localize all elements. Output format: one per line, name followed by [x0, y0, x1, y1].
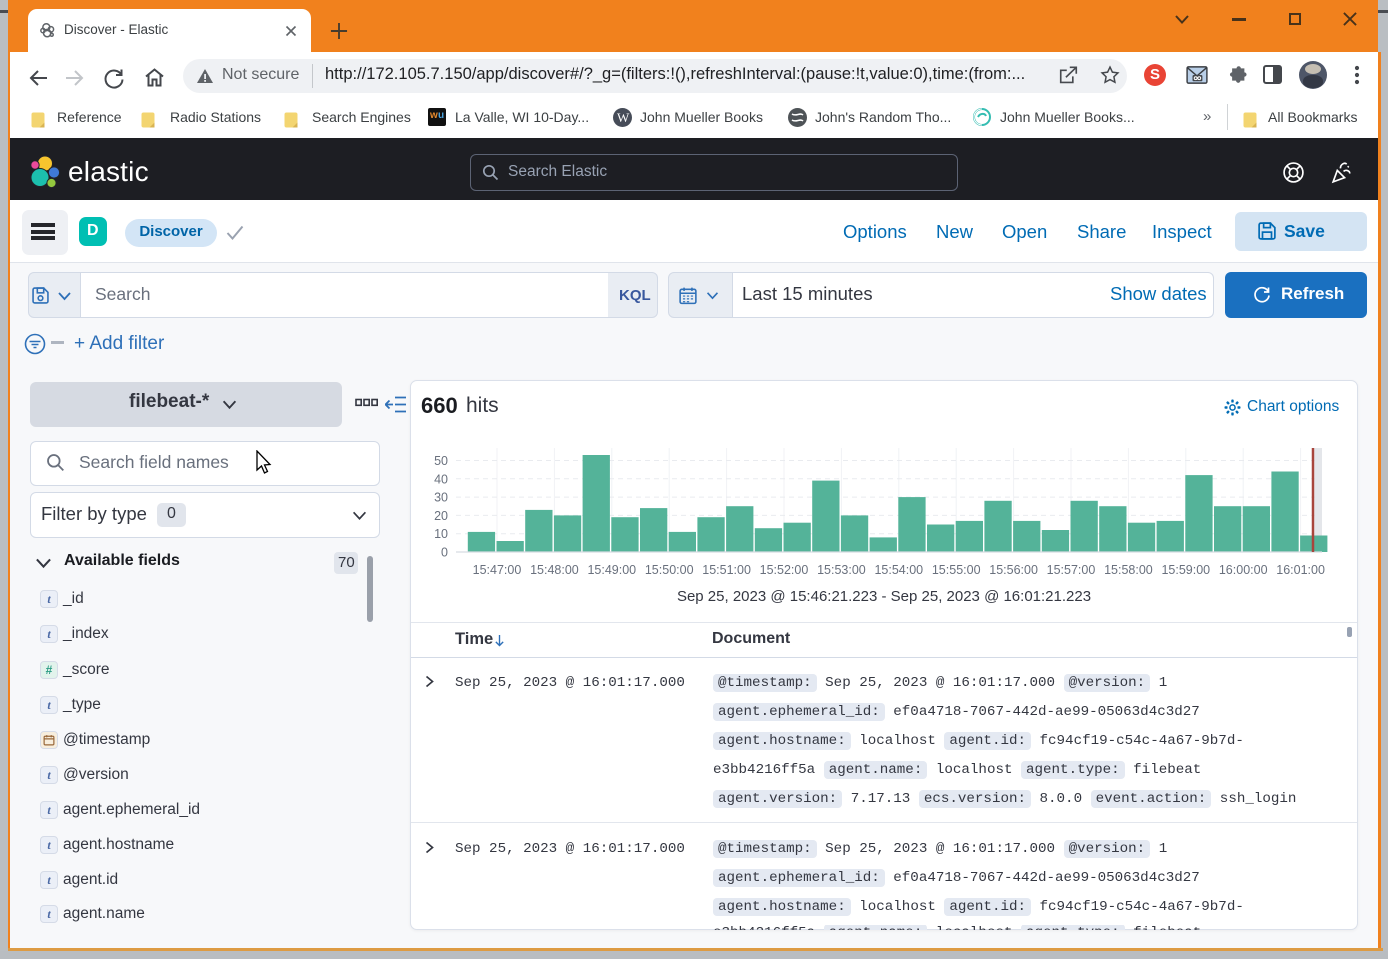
svg-text:15:50:00: 15:50:00: [645, 563, 694, 577]
svg-text:15:58:00: 15:58:00: [1104, 563, 1153, 577]
svg-text:15:52:00: 15:52:00: [760, 563, 809, 577]
svg-text:40: 40: [434, 472, 448, 486]
svg-text:16:01:00: 16:01:00: [1276, 563, 1325, 577]
svg-text:15:48:00: 15:48:00: [530, 563, 579, 577]
svg-text:15:54:00: 15:54:00: [874, 563, 923, 577]
svg-text:50: 50: [434, 454, 448, 468]
svg-text:10: 10: [434, 527, 448, 541]
svg-text:15:47:00: 15:47:00: [473, 563, 522, 577]
svg-text:15:59:00: 15:59:00: [1161, 563, 1210, 577]
svg-text:0: 0: [441, 546, 448, 560]
svg-text:15:55:00: 15:55:00: [932, 563, 981, 577]
svg-text:20: 20: [434, 509, 448, 523]
svg-text:15:51:00: 15:51:00: [702, 563, 751, 577]
svg-text:16:00:00: 16:00:00: [1219, 563, 1268, 577]
svg-text:15:53:00: 15:53:00: [817, 563, 866, 577]
svg-text:15:57:00: 15:57:00: [1047, 563, 1096, 577]
svg-text:30: 30: [434, 491, 448, 505]
svg-text:15:49:00: 15:49:00: [587, 563, 636, 577]
svg-text:15:56:00: 15:56:00: [989, 563, 1038, 577]
